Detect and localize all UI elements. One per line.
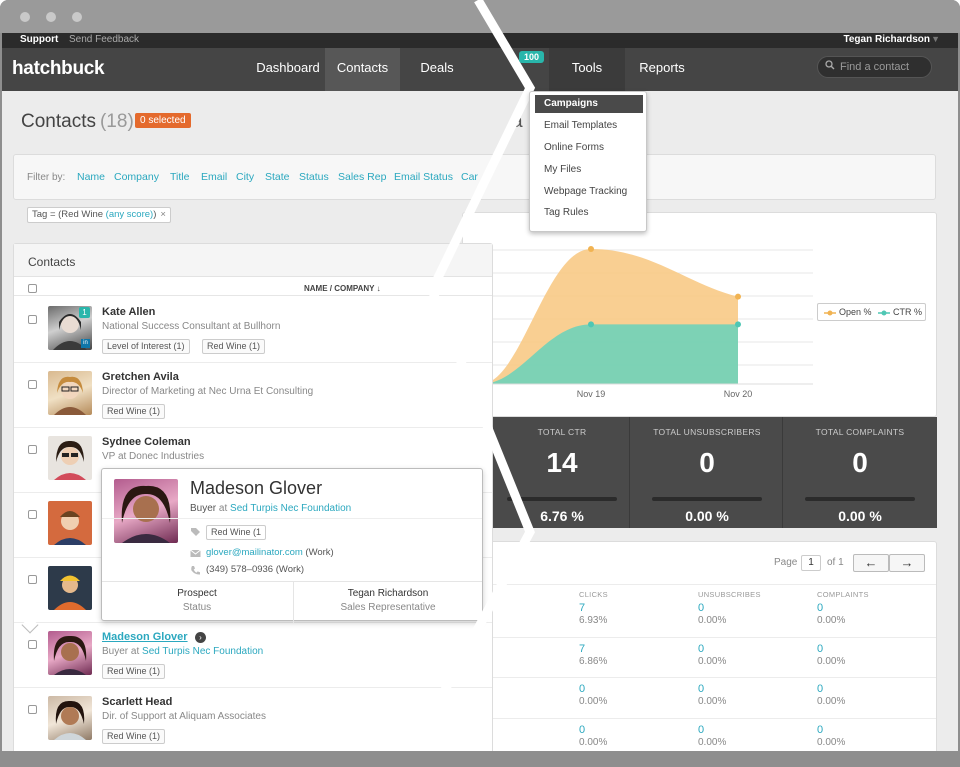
menu-item-webpage-tracking[interactable]: Webpage Tracking: [544, 186, 627, 197]
menu-item-my-files[interactable]: My Files: [544, 164, 581, 175]
menu-item-online-forms[interactable]: Online Forms: [544, 142, 604, 153]
menu-item-email-templates[interactable]: Email Templates: [544, 120, 617, 131]
menu-item-campaigns[interactable]: Campaigns: [544, 98, 598, 109]
tools-dropdown: Campaigns Email Templates Online Forms M…: [529, 91, 647, 232]
notification-count-badge[interactable]: 100: [519, 51, 545, 63]
window-bottom: [0, 751, 960, 767]
menu-item-tag-rules[interactable]: Tag Rules: [544, 207, 588, 218]
page-tear: [427, 0, 536, 767]
